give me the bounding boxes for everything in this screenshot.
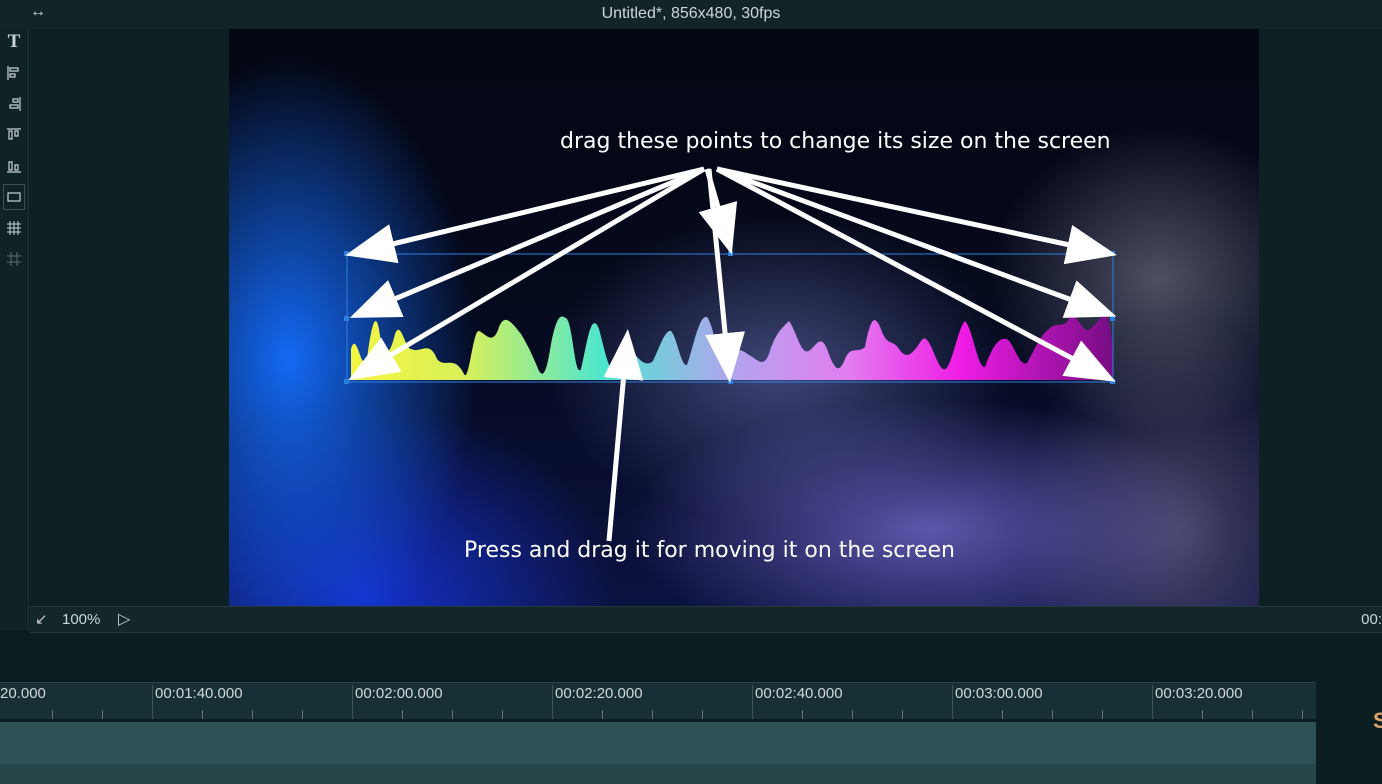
align-top-icon[interactable] xyxy=(3,122,25,148)
ruler-label: 00:02:20.000 xyxy=(555,685,643,702)
ruler-tick xyxy=(52,710,53,719)
audio-waveform[interactable] xyxy=(351,314,1114,380)
ruler-tick xyxy=(1102,710,1103,719)
ruler-tick xyxy=(452,710,453,719)
align-bottom-icon[interactable] xyxy=(3,153,25,179)
ruler-tick xyxy=(552,685,553,719)
ruler-tick xyxy=(1052,710,1053,719)
ruler-tick xyxy=(802,710,803,719)
timeline-track[interactable] xyxy=(0,722,1316,764)
video-canvas[interactable]: drag these points to change its size on … xyxy=(229,29,1259,606)
ruler-label: 00:03:20.000 xyxy=(1155,685,1243,702)
side-panel-label: S xyxy=(1373,708,1382,733)
ruler-tick xyxy=(202,710,203,719)
preview-status-bar: ↙ 100% ▷ 00: xyxy=(30,606,1382,633)
timeline-track[interactable] xyxy=(0,764,1316,784)
ruler-tick xyxy=(952,685,953,719)
overlay-graphics xyxy=(344,166,1117,542)
resize-annotation: drag these points to change its size on … xyxy=(560,129,1111,154)
ruler-tick xyxy=(652,710,653,719)
text-tool-icon[interactable]: T xyxy=(3,29,25,55)
ruler-tick xyxy=(1002,710,1003,719)
title-bar: ↔ Untitled*, 856x480, 30fps xyxy=(0,0,1382,30)
ruler-label: 20.000 xyxy=(0,685,46,702)
current-time: 00: xyxy=(1361,611,1382,628)
ruler-tick xyxy=(502,710,503,719)
ruler-tick xyxy=(1252,710,1253,719)
ruler-tick xyxy=(252,710,253,719)
preview-toolbar: T xyxy=(0,29,29,630)
ruler-label: 00:03:00.000 xyxy=(955,685,1043,702)
ruler-tick xyxy=(1152,685,1153,719)
ruler-tick xyxy=(302,710,303,719)
window-title: Untitled*, 856x480, 30fps xyxy=(601,5,781,22)
zoom-level[interactable]: 100% xyxy=(62,611,100,628)
ruler-label: 00:02:40.000 xyxy=(755,685,843,702)
ruler-tick xyxy=(152,685,153,719)
ruler-label: 00:02:00.000 xyxy=(355,685,443,702)
ruler-tick xyxy=(902,710,903,719)
ruler-tick xyxy=(752,685,753,719)
ruler-tick xyxy=(602,710,603,719)
ruler-tick xyxy=(102,710,103,719)
timeline-ruler[interactable]: 20.000 00:01:40.000 00:02:00.000 00:02:2… xyxy=(0,682,1316,719)
play-icon[interactable]: ▷ xyxy=(118,609,130,629)
ruler-tick xyxy=(702,710,703,719)
align-right-icon[interactable] xyxy=(3,91,25,117)
guides-icon[interactable] xyxy=(3,246,25,272)
ruler-tick xyxy=(402,710,403,719)
move-annotation: Press and drag it for moving it on the s… xyxy=(464,538,955,563)
safe-frame-icon[interactable] xyxy=(3,184,25,210)
ruler-tick xyxy=(1202,710,1203,719)
align-left-icon[interactable] xyxy=(3,60,25,86)
ruler-label: 00:01:40.000 xyxy=(155,685,243,702)
ruler-tick xyxy=(352,685,353,719)
fit-arrow-icon[interactable]: ↙ xyxy=(35,610,48,628)
grid-icon[interactable] xyxy=(3,215,25,241)
ruler-tick xyxy=(852,710,853,719)
ruler-tick xyxy=(1302,710,1303,719)
